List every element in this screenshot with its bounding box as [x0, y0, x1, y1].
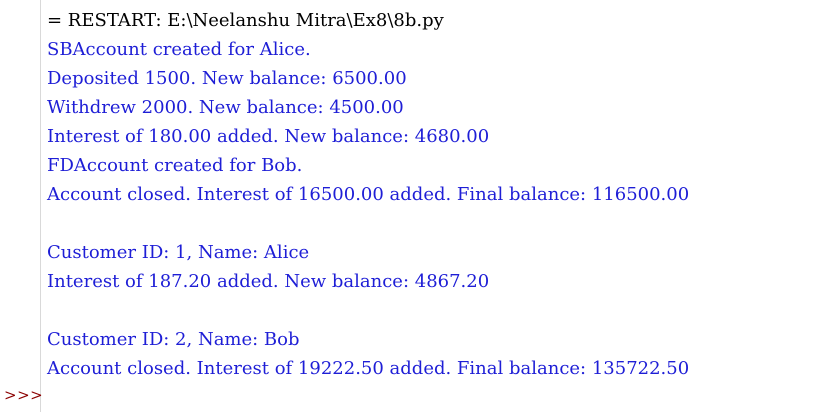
output-line: Withdrew 2000. New balance: 4500.00: [47, 97, 404, 118]
output-line: Interest of 180.00 added. New balance: 4…: [47, 126, 490, 147]
output-line: Deposited 1500. New balance: 6500.00: [47, 68, 407, 89]
output-line: SBAccount created for Alice.: [47, 39, 311, 60]
shell-prompt: >>>: [4, 386, 44, 404]
shell-output: = RESTART: E:\Neelanshu Mitra\Ex8\8b.py …: [47, 6, 807, 383]
output-line: Interest of 187.20 added. New balance: 4…: [47, 271, 490, 292]
prompt-gutter: >>>: [0, 0, 44, 412]
output-line: Customer ID: 2, Name: Bob: [47, 329, 300, 350]
output-line: Customer ID: 1, Name: Alice: [47, 242, 310, 263]
python-shell-window[interactable]: >>> = RESTART: E:\Neelanshu Mitra\Ex8\8b…: [0, 0, 815, 412]
restart-line: = RESTART: E:\Neelanshu Mitra\Ex8\8b.py: [47, 10, 444, 31]
output-line: Account closed. Interest of 19222.50 add…: [47, 358, 690, 379]
output-line: FDAccount created for Bob.: [47, 155, 303, 176]
output-line: Account closed. Interest of 16500.00 add…: [47, 184, 690, 205]
